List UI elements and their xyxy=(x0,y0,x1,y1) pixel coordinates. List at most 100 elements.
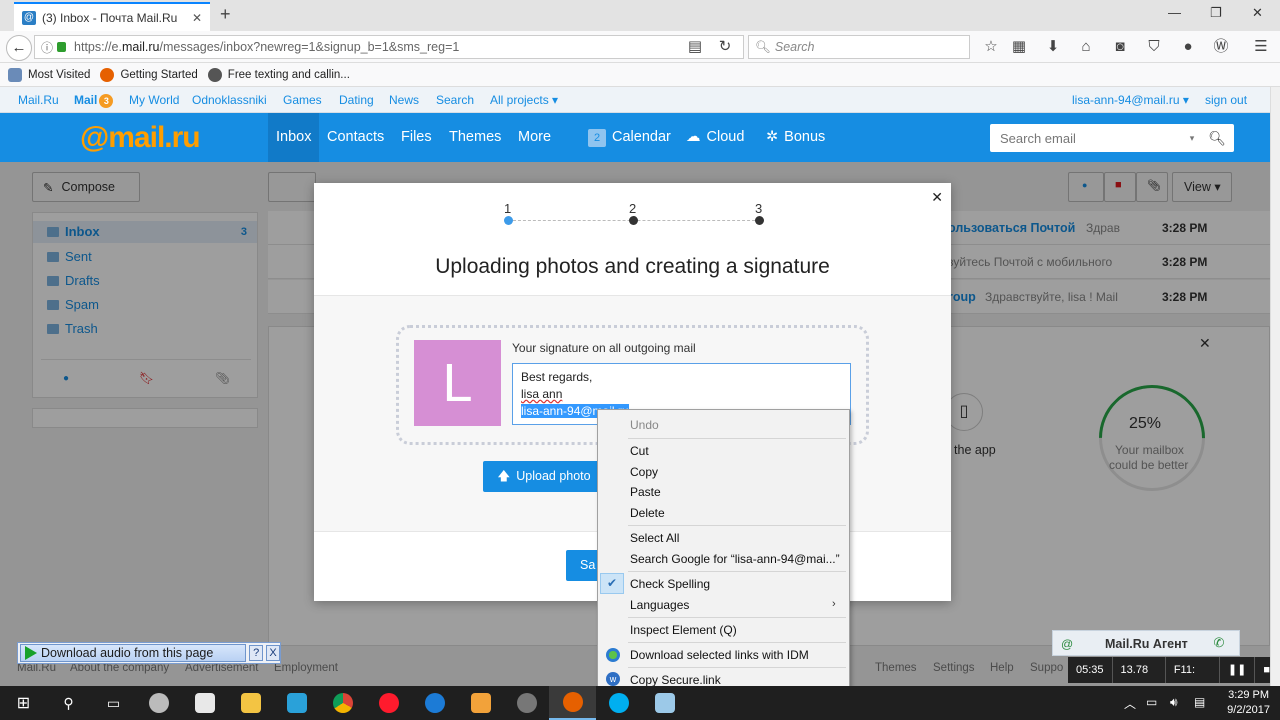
account-menu[interactable]: lisa-ann-94@mail.ru ▾ xyxy=(1072,93,1189,107)
nav-inbox[interactable]: Inbox xyxy=(268,113,320,162)
menu-item-idm[interactable]: Download selected links with IDM xyxy=(630,648,809,662)
page-scrollbar[interactable] xyxy=(1270,87,1280,686)
taskbar-store[interactable] xyxy=(181,686,228,720)
taskbar-app-1[interactable] xyxy=(135,686,182,720)
close-tab-icon[interactable]: ✕ xyxy=(192,11,202,25)
idm-close-button[interactable]: X xyxy=(266,645,280,661)
task-view-button[interactable]: ▭ xyxy=(90,686,137,720)
menu-item-secure-link[interactable]: Copy Secure.link xyxy=(630,673,721,687)
volume-icon[interactable]: 🔊︎ xyxy=(1170,695,1178,710)
browser-search-input[interactable]: 🔍︎ Search xyxy=(748,35,970,59)
new-tab-icon[interactable]: + xyxy=(220,4,231,25)
mailru-logo[interactable]: @mail.ru xyxy=(80,121,201,155)
taskbar-app-4[interactable] xyxy=(503,686,550,720)
sign-out-link[interactable]: sign out xyxy=(1205,93,1247,107)
menu-item-select-all[interactable]: Select All xyxy=(630,531,679,545)
home-icon[interactable]: ⌂ xyxy=(1075,37,1097,57)
nav-more[interactable]: More xyxy=(510,113,559,162)
task-view-icon: ▭ xyxy=(106,694,121,711)
menu-item-check-spelling[interactable]: Check Spelling xyxy=(630,577,710,591)
portal-link-dating[interactable]: Dating xyxy=(339,93,374,107)
taskbar-explorer[interactable] xyxy=(227,686,274,720)
info-icon[interactable]: ⓘ xyxy=(41,39,53,56)
pause-icon[interactable]: ❚❚ xyxy=(1220,657,1256,683)
taskbar-edge[interactable] xyxy=(411,686,458,720)
dialog-close-icon[interactable]: ✕ xyxy=(931,189,943,206)
folder-icon xyxy=(8,67,22,82)
menu-item-search-google[interactable]: Search Google for “lisa-ann-94@mai...” xyxy=(630,552,840,566)
nav-calendar[interactable]: 2 Calendar xyxy=(580,113,679,162)
system-clock[interactable]: 3:29 PM 9/2/2017 xyxy=(1227,688,1270,718)
menu-icon[interactable]: ☰ xyxy=(1250,37,1272,57)
windows-taskbar: ⊞ ⚲ ▭ ︿ ▭ 🔊︎ ▤ 3:29 PM 9/2/2017 xyxy=(0,686,1280,720)
shield-icon[interactable]: ⛉ xyxy=(1143,37,1165,57)
taskbar-skype[interactable] xyxy=(595,686,642,720)
menu-item-copy[interactable]: Copy xyxy=(630,465,658,479)
start-button[interactable]: ⊞ xyxy=(0,686,47,720)
extension-icon[interactable]: ● xyxy=(1177,37,1199,57)
bookmark-most-visited[interactable]: Most Visited xyxy=(8,67,90,82)
pocket-icon[interactable]: ◙ xyxy=(1109,37,1131,57)
cloud-icon: ☁ xyxy=(686,129,701,145)
download-audio-button[interactable]: Download audio from this page xyxy=(20,644,247,662)
network-icon[interactable]: ▭ xyxy=(1146,695,1157,709)
nav-contacts[interactable]: Contacts xyxy=(319,113,392,162)
minimize-icon[interactable]: — xyxy=(1168,5,1181,20)
portal-link-my-world[interactable]: My World xyxy=(129,93,179,107)
taskbar-app-3[interactable] xyxy=(457,686,504,720)
bookmark-star-icon[interactable]: ☆ xyxy=(980,37,1002,57)
portal-link-mail[interactable]: Mail 3 xyxy=(74,93,114,108)
window-close-icon[interactable]: ✕ xyxy=(1252,5,1263,21)
nav-cloud[interactable]: ☁ Cloud xyxy=(678,113,752,162)
taskbar-app-2[interactable] xyxy=(273,686,320,720)
nav-bonus[interactable]: ✲ Bonus xyxy=(758,113,833,162)
reader-view-icon[interactable]: ▤ xyxy=(684,37,706,57)
url-text: https://e.mail.ru/messages/inbox?newreg=… xyxy=(74,40,460,54)
skype-icon xyxy=(608,693,629,713)
portal-link-games[interactable]: Games xyxy=(283,93,322,107)
search-icon[interactable]: 🔍︎ xyxy=(1208,130,1226,147)
upload-photo-button[interactable]: 🡅 Upload photo xyxy=(483,461,605,492)
notification-icon[interactable]: ▤ xyxy=(1194,695,1205,709)
portal-link-search[interactable]: Search xyxy=(436,93,474,107)
nav-files[interactable]: Files xyxy=(393,113,440,162)
taskbar-firefox[interactable] xyxy=(549,686,596,720)
windows-icon: ⊞ xyxy=(16,695,31,712)
menu-item-undo[interactable]: Undo xyxy=(630,418,659,432)
step-3-dot xyxy=(755,216,764,225)
downloads-icon[interactable]: ⬇ xyxy=(1042,37,1064,57)
mailru-agent-widget[interactable]: @ Mail.Ru Агент ✆ xyxy=(1052,630,1240,656)
back-icon[interactable]: ← xyxy=(6,35,32,61)
step-2-dot xyxy=(629,216,638,225)
avatar[interactable]: L xyxy=(414,340,501,426)
chevron-down-icon[interactable]: ▾ xyxy=(1190,133,1195,144)
portal-link-mailru[interactable]: Mail.Ru xyxy=(18,93,59,107)
phone-call-icon[interactable]: ✆ xyxy=(1205,635,1233,653)
store-icon xyxy=(194,693,215,713)
search-email-input[interactable]: Search email ▾ 🔍︎ xyxy=(990,124,1234,152)
maximize-icon[interactable]: ❐ xyxy=(1210,5,1222,21)
reload-icon[interactable]: ↻ xyxy=(714,37,736,57)
menu-item-paste[interactable]: Paste xyxy=(630,485,661,499)
portal-link-odnoklassniki[interactable]: Odnoklassniki xyxy=(192,93,267,107)
browser-tab[interactable]: @ (3) Inbox - Почта Mail.Ru ✕ xyxy=(14,2,210,31)
w-extension-icon[interactable]: Ⓦ xyxy=(1210,37,1232,57)
menu-item-languages[interactable]: Languages xyxy=(630,598,689,612)
portal-link-all-projects[interactable]: All projects ▾ xyxy=(490,93,558,107)
nav-themes[interactable]: Themes xyxy=(441,113,509,162)
tray-chevron-icon[interactable]: ︿ xyxy=(1124,695,1136,712)
portal-link-news[interactable]: News xyxy=(389,93,419,107)
taskbar-opera[interactable] xyxy=(365,686,412,720)
taskbar-app-5[interactable] xyxy=(641,686,688,720)
bookmark-free-texting[interactable]: Free texting and callin... xyxy=(207,67,350,82)
url-bar[interactable]: ⓘ https://e.mail.ru/messages/inbox?newre… xyxy=(34,35,744,59)
search-taskbar-button[interactable]: ⚲ xyxy=(45,686,92,720)
idm-help-button[interactable]: ? xyxy=(249,645,264,661)
menu-item-delete[interactable]: Delete xyxy=(630,506,665,520)
taskbar-chrome[interactable] xyxy=(319,686,366,720)
bookmarks-library-icon[interactable]: ▦ xyxy=(1008,37,1030,57)
play-icon xyxy=(25,646,37,660)
menu-item-inspect[interactable]: Inspect Element (Q) xyxy=(630,623,737,637)
bookmark-getting-started[interactable]: Getting Started xyxy=(100,67,198,82)
menu-item-cut[interactable]: Cut xyxy=(630,444,649,458)
